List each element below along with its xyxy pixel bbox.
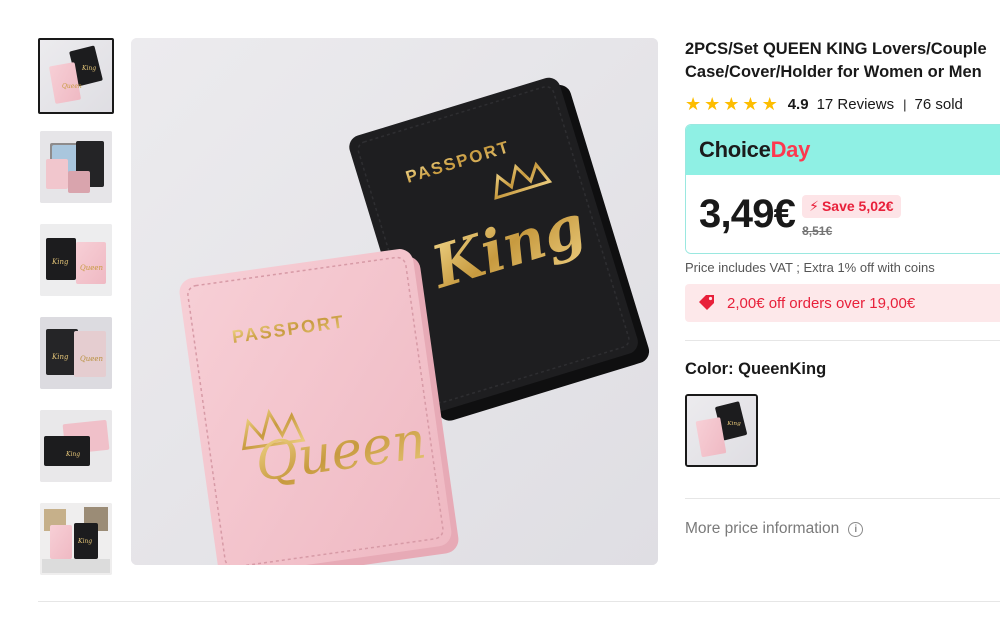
price-discount-info: ⚡ Save 5,02€ 8,51€ <box>802 194 901 238</box>
svg-text:King: King <box>726 421 741 427</box>
more-price-information[interactable]: More price information i <box>685 520 1000 538</box>
svg-text:King: King <box>51 353 69 361</box>
svg-text:King: King <box>65 451 80 458</box>
info-icon[interactable]: i <box>848 521 864 537</box>
swatch-image: King <box>687 396 756 465</box>
star-icon: ★ <box>723 94 740 114</box>
lightning-icon: ⚡ <box>809 197 819 214</box>
svg-text:Queen: Queen <box>80 264 104 272</box>
current-price: 3,49€ <box>699 191 796 236</box>
star-icon: ★ <box>685 94 702 114</box>
rating-separator: | <box>903 96 907 112</box>
price-section: 3,49€ ⚡ Save 5,02€ 8,51€ <box>686 175 1000 253</box>
thumbnail-6[interactable]: King <box>40 503 112 575</box>
thumbnail-gallery: Queen King King Queen King Queen King Ki… <box>38 38 114 596</box>
divider <box>685 340 1000 341</box>
color-label: Color: QueenKing <box>685 360 827 378</box>
svg-text:King: King <box>81 65 96 72</box>
rating-stars: ★ ★ ★ ★ ★ <box>685 95 778 113</box>
more-price-label: More price information <box>685 520 840 537</box>
save-label: Save 5,02€ <box>821 197 894 214</box>
thumbnail-5[interactable]: King <box>40 410 112 482</box>
bottom-divider <box>38 601 1000 602</box>
svg-text:King: King <box>77 538 92 545</box>
thumbnail-6-image: King <box>40 503 112 575</box>
star-icon: ★ <box>704 94 721 114</box>
price-tag-icon <box>699 295 714 310</box>
original-price: 8,51€ <box>802 223 833 238</box>
reviews-link[interactable]: 17 Reviews <box>817 96 895 113</box>
thumbnail-4-image: King Queen <box>40 317 112 389</box>
choice-day-brand-part2: Day <box>770 137 811 162</box>
coupon-text: 2,00€ off orders over 19,00€ <box>727 294 916 312</box>
thumbnail-4[interactable]: King Queen <box>40 317 112 389</box>
product-title: 2PCS/Set QUEEN KING Lovers/Couple Case/C… <box>685 38 1000 84</box>
product-info-panel: 2PCS/Set QUEEN KING Lovers/Couple Case/C… <box>685 38 1000 538</box>
vat-note: Price includes VAT ; Extra 1% off with c… <box>685 260 935 275</box>
product-title-line-1: 2PCS/Set QUEEN KING Lovers/Couple <box>685 40 987 58</box>
product-title-line-2: Case/Cover/Holder for Women or Men <box>685 63 982 81</box>
thumbnail-2[interactable] <box>40 131 112 203</box>
sold-count: 76 sold <box>914 95 963 113</box>
svg-text:Queen: Queen <box>80 355 104 363</box>
divider <box>685 498 1000 499</box>
save-badge: ⚡ Save 5,02€ <box>802 194 901 218</box>
coupon-banner[interactable]: 2,00€ off orders over 19,00€ <box>685 284 1000 322</box>
thumbnail-3[interactable]: King Queen <box>40 224 112 296</box>
star-icon: ★ <box>742 94 759 114</box>
choice-day-banner: Choice Day <box>686 125 1000 175</box>
thumbnail-3-image: King Queen <box>40 224 112 296</box>
color-swatch-queenking[interactable]: King <box>685 394 758 467</box>
thumbnail-5-image: King <box>40 410 112 482</box>
svg-text:King: King <box>51 258 69 266</box>
rating-score: 4.9 <box>787 95 809 113</box>
main-product-image[interactable]: PASSPORT King PASSPORT Queen <box>131 38 658 565</box>
svg-text:Queen: Queen <box>62 83 82 90</box>
star-icon: ★ <box>761 94 778 114</box>
thumbnail-1-image: Queen King <box>40 40 112 112</box>
thumbnail-1[interactable]: Queen King <box>38 38 114 114</box>
choice-day-brand-part1: Choice <box>699 137 771 162</box>
passport-covers-image: PASSPORT King PASSPORT Queen <box>131 38 658 565</box>
choice-day-price-box: Choice Day 3,49€ ⚡ Save 5,02€ 8,51€ <box>685 124 1000 254</box>
thumbnail-2-image <box>40 131 112 203</box>
rating-row: ★ ★ ★ ★ ★ 4.9 17 Reviews | 76 sold <box>685 93 1000 115</box>
